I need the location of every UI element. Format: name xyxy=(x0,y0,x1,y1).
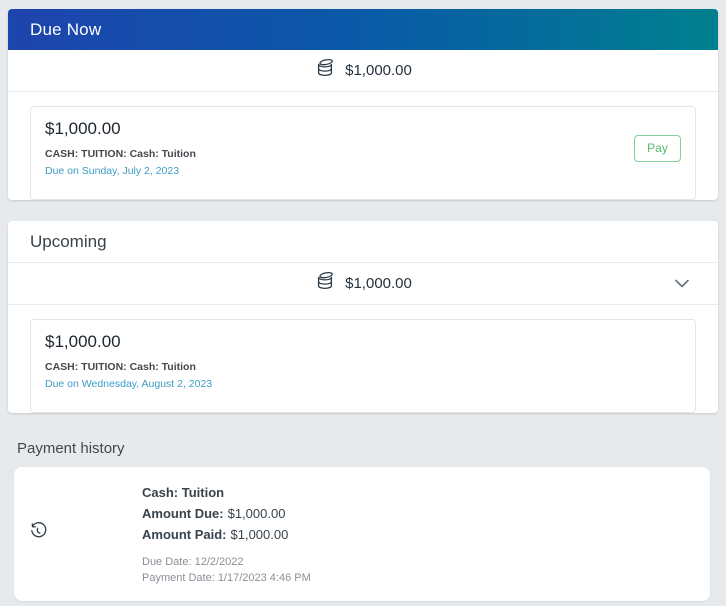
coins-icon xyxy=(314,270,336,297)
item-amount: $1,000.00 xyxy=(45,332,121,351)
item-due-date: Due on Wednesday, August 2, 2023 xyxy=(45,378,213,390)
chevron-down-icon[interactable] xyxy=(672,274,692,294)
upcoming-total-row[interactable]: $1,000.00 xyxy=(8,263,718,305)
item-due-date: Due on Sunday, July 2, 2023 xyxy=(45,165,180,177)
due-now-panel: Due Now $1,000.00 $1,000.00 CASH: TUITIO… xyxy=(8,9,718,200)
due-now-title: Due Now xyxy=(30,19,102,39)
history-due-date: Due Date: 12/2/2022 xyxy=(142,556,244,568)
item-category: CASH: TUITION: Cash: Tuition xyxy=(45,148,196,160)
item-amount: $1,000.00 xyxy=(45,119,121,138)
coins-icon xyxy=(314,57,336,84)
history-entry-name: Cash: Tuition xyxy=(142,485,225,500)
history-amount-paid: Amount Paid: $1,000.00 xyxy=(142,527,289,542)
upcoming-panel: Upcoming $1,000.00 $1,000.00 CASH: TUITI… xyxy=(8,221,718,413)
upcoming-total-amount: $1,000.00 xyxy=(345,275,412,292)
due-now-item-card: $1,000.00 CASH: TUITION: Cash: Tuition D… xyxy=(30,106,696,200)
due-now-header: Due Now xyxy=(8,9,718,50)
history-amount-due: Amount Due: $1,000.00 xyxy=(142,506,286,521)
payment-history-card: Cash: Tuition Amount Due: $1,000.00 Amoun… xyxy=(14,467,710,601)
upcoming-item-card: $1,000.00 CASH: TUITION: Cash: Tuition D… xyxy=(30,319,696,413)
due-now-total-amount: $1,000.00 xyxy=(345,62,412,79)
item-category: CASH: TUITION: Cash: Tuition xyxy=(45,361,196,373)
upcoming-title: Upcoming xyxy=(30,231,107,251)
upcoming-header: Upcoming xyxy=(8,221,718,263)
payment-history-title: Payment history xyxy=(17,440,125,457)
history-icon xyxy=(27,521,48,547)
pay-button[interactable]: Pay xyxy=(634,134,681,162)
due-now-total-row: $1,000.00 xyxy=(8,50,718,92)
history-payment-date: Payment Date: 1/17/2023 4:46 PM xyxy=(142,572,311,584)
